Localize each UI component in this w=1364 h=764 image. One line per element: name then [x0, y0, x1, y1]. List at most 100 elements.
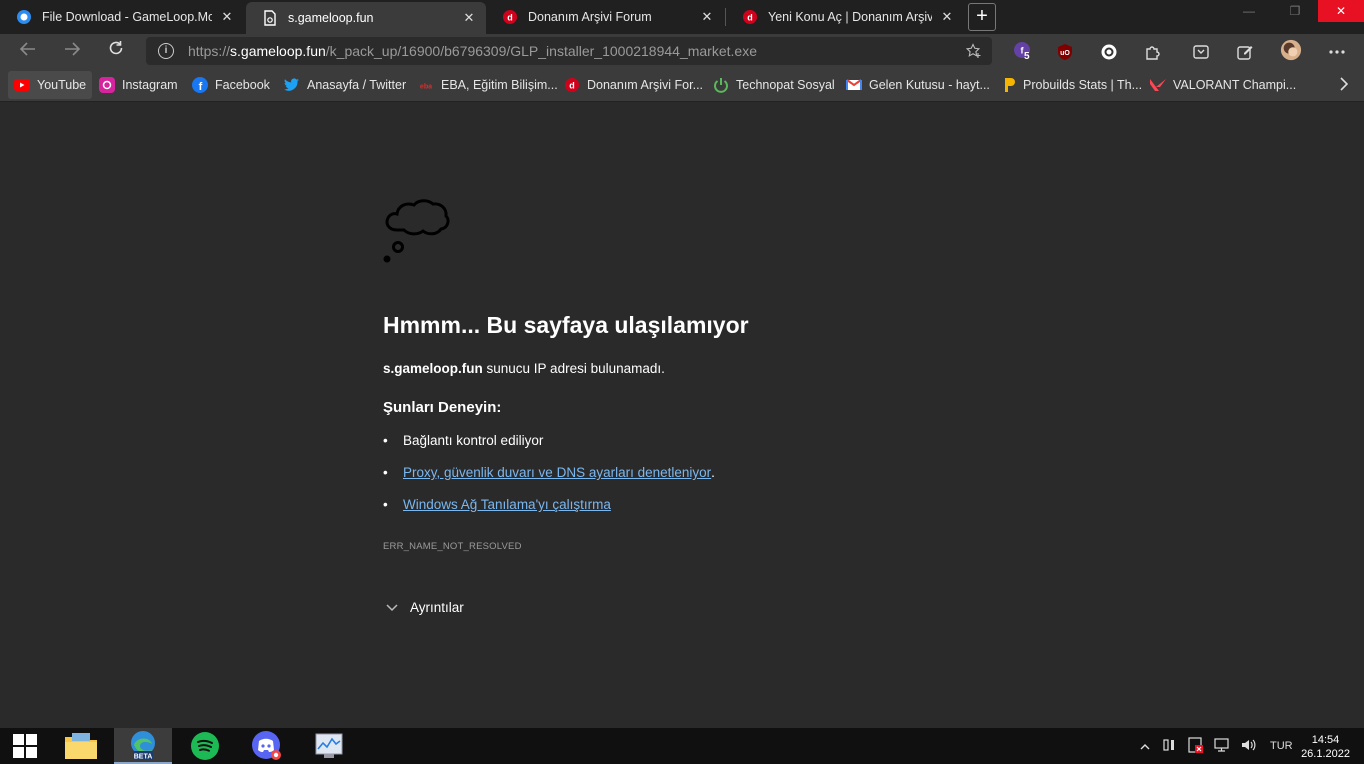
bookmark-youtube[interactable]: YouTube [8, 71, 93, 99]
close-window-button[interactable]: ✕ [1318, 0, 1364, 22]
tab-s-gameloop[interactable]: s.gameloop.fun ✕ [246, 2, 486, 34]
error-host: s.gameloop.fun [383, 361, 483, 376]
technopat-icon [713, 77, 729, 93]
folder-icon [65, 733, 97, 759]
instagram-icon [99, 77, 115, 93]
extension-purple-icon[interactable]: f 5 [1012, 41, 1034, 63]
ublock-icon[interactable]: uO [1054, 41, 1076, 63]
chevron-down-icon [386, 601, 398, 615]
clock[interactable]: 14:54 26.1.2022 [1301, 733, 1350, 761]
gmail-icon [846, 77, 862, 93]
details-label: Ayrıntılar [410, 600, 464, 615]
tab-title: s.gameloop.fun [288, 11, 374, 25]
bookmark-valorant[interactable]: VALORANT Champi... [1144, 71, 1302, 99]
close-icon[interactable]: ✕ [938, 9, 956, 25]
back-arrow-icon [19, 42, 35, 56]
tab-title: Yeni Konu Aç | Donanım Arşivi Fo [768, 10, 932, 24]
tab-donanim-forum[interactable]: d Donanım Arşivi Forum ✕ [486, 2, 724, 32]
suggestion-item: • Proxy, güvenlik duvarı ve DNS ayarları… [383, 465, 715, 480]
discord-icon [252, 731, 281, 760]
site-info-icon[interactable]: i [158, 43, 174, 59]
refresh-button[interactable] [102, 38, 130, 64]
bookmark-label: Anasayfa / Twitter [307, 78, 407, 92]
bookmark-gmail[interactable]: Gelen Kutusu - hayt... [840, 71, 996, 99]
start-button[interactable] [0, 728, 50, 764]
suggestion-item: • Windows Ağ Tanılama'yı çalıştırma [383, 497, 611, 512]
taskbar-edge-beta[interactable]: BETA [114, 728, 172, 764]
volume-icon[interactable] [1240, 737, 1256, 756]
page-error-icon [262, 10, 278, 26]
bookmark-donanim-arsivi[interactable]: d Donanım Arşivi For... [558, 71, 709, 99]
tab-title: File Download - GameLoop.Mob [42, 10, 212, 24]
bookmark-eba[interactable]: eba EBA, Eğitim Bilişim... [412, 71, 564, 99]
suggestion-item: • Bağlantı kontrol ediliyor [383, 433, 544, 448]
collections-icon[interactable] [1190, 41, 1212, 63]
extension-circle-icon[interactable] [1098, 41, 1120, 63]
bookmark-label: Donanım Arşivi For... [587, 78, 704, 92]
bookmark-twitter[interactable]: Anasayfa / Twitter [278, 71, 412, 99]
url-host: s.gameloop.fun [230, 43, 326, 59]
bookmarks-bar: YouTube Instagram f Facebook Anasayfa / … [0, 68, 1364, 102]
add-favorite-icon[interactable] [965, 43, 982, 62]
svg-text:d: d [569, 81, 575, 91]
notification-error-icon[interactable] [1188, 736, 1204, 756]
bookmark-label: Probuilds Stats | Th... [1023, 78, 1143, 92]
svg-text:uO: uO [1060, 50, 1070, 57]
maximize-button[interactable]: ❐ [1272, 0, 1318, 22]
taskbar: BETA TUR 14:54 26.1.2022 [0, 728, 1364, 764]
tab-yeni-konu[interactable]: d Yeni Konu Aç | Donanım Arşivi Fo ✕ [726, 2, 964, 32]
taskbar-spotify[interactable] [176, 728, 234, 764]
edge-beta-badge: BETA [134, 754, 153, 761]
extensions-puzzle-icon[interactable] [1142, 41, 1164, 63]
twitter-icon [284, 77, 300, 93]
suggestion-check-proxy-link[interactable]: Proxy, güvenlik duvarı ve DNS ayarları d… [403, 465, 711, 480]
suggestion-network-diagnostics-link[interactable]: Windows Ağ Tanılama'yı çalıştırma [403, 497, 611, 512]
bookmark-probuilds[interactable]: Probuilds Stats | Th... [994, 71, 1148, 99]
back-button[interactable] [14, 38, 42, 64]
forward-button[interactable] [58, 38, 86, 64]
bookmark-instagram[interactable]: Instagram [93, 71, 184, 99]
bookmark-label: Gelen Kutusu - hayt... [869, 78, 990, 92]
youtube-icon [14, 77, 30, 93]
svg-text:d: d [747, 13, 753, 23]
usb-device-icon[interactable] [1162, 737, 1178, 756]
close-icon[interactable]: ✕ [460, 10, 478, 26]
more-menu-icon[interactable] [1326, 41, 1348, 63]
tab-strip: File Download - GameLoop.Mob ✕ s.gameloo… [0, 0, 1364, 34]
donanim-arsivi-icon: d [502, 9, 518, 25]
error-title: Hmmm... Bu sayfaya ulaşılamıyor [383, 312, 749, 338]
donanim-arsivi-icon: d [564, 77, 580, 93]
input-language[interactable]: TUR [1270, 740, 1293, 752]
new-tab-button[interactable]: + [968, 3, 996, 31]
windows-icon [13, 734, 37, 758]
taskbar-task-manager[interactable] [300, 728, 358, 764]
close-icon[interactable]: ✕ [218, 9, 236, 25]
chevron-up-icon[interactable] [1140, 739, 1150, 753]
bookmark-label: VALORANT Champi... [1173, 78, 1297, 92]
chevron-right-icon[interactable] [1340, 77, 1349, 94]
try-heading: Şunları Deneyin: [383, 399, 502, 416]
facebook-icon: f [192, 77, 208, 93]
thought-cloud-icon [383, 199, 450, 263]
network-icon[interactable] [1214, 737, 1230, 756]
profile-avatar[interactable] [1280, 39, 1302, 61]
bookmark-label: Facebook [215, 78, 270, 92]
taskbar-discord[interactable] [238, 728, 296, 764]
close-icon[interactable]: ✕ [698, 9, 716, 25]
forward-arrow-icon [65, 42, 81, 56]
edit-icon[interactable] [1234, 41, 1256, 63]
bookmark-label: Technopat Sosyal [736, 78, 835, 92]
minimize-button[interactable]: — [1226, 0, 1272, 22]
extension-badge: 5 [1024, 51, 1030, 62]
bookmark-facebook[interactable]: f Facebook [186, 71, 276, 99]
bookmark-label: EBA, Eğitim Bilişim... [441, 78, 558, 92]
details-toggle[interactable]: Ayrıntılar [386, 600, 464, 615]
taskbar-file-explorer[interactable] [52, 728, 110, 764]
edge-beta-icon: BETA [131, 731, 155, 761]
bookmark-technopat[interactable]: Technopat Sosyal [707, 71, 841, 99]
probuilds-icon [1000, 77, 1016, 93]
address-bar[interactable]: i https://s.gameloop.fun/k_pack_up/16900… [146, 37, 992, 65]
svg-text:d: d [507, 13, 513, 23]
bookmark-label: Instagram [122, 78, 178, 92]
tab-file-download[interactable]: File Download - GameLoop.Mob ✕ [0, 2, 244, 32]
